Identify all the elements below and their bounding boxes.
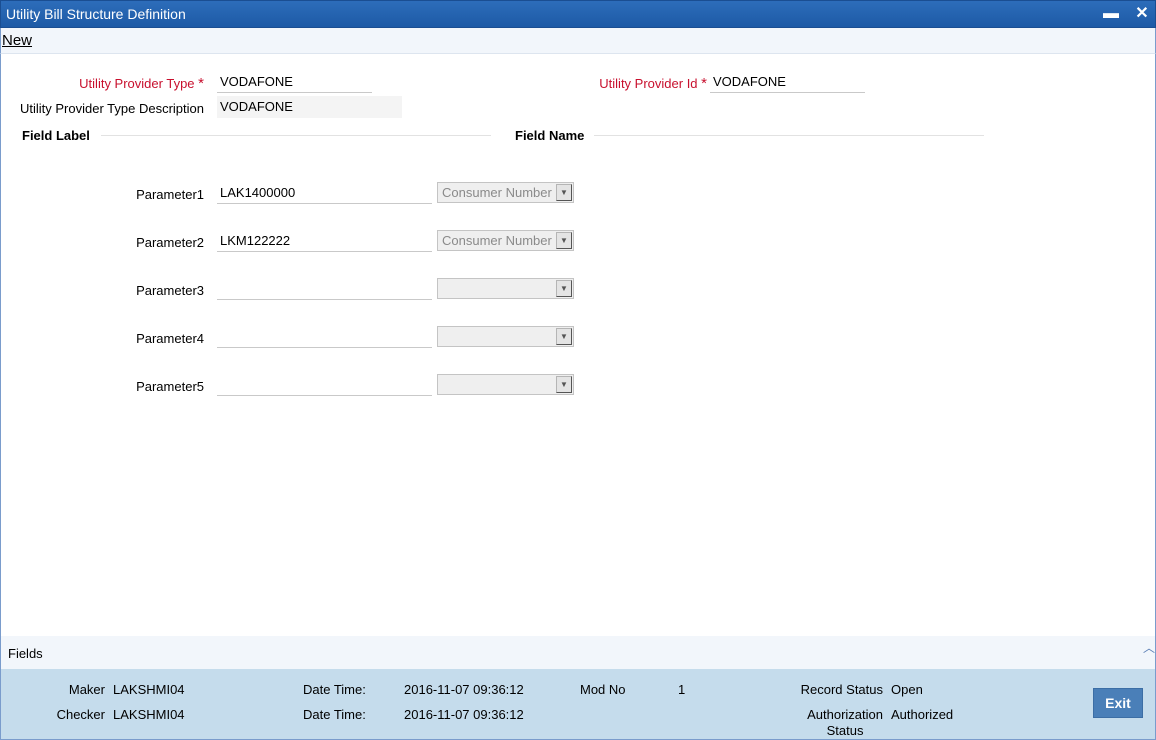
- parameter5-label: Parameter5: [136, 379, 204, 394]
- checker-datetime-value: 2016-11-07 09:36:12: [404, 707, 524, 722]
- parameter1-input[interactable]: LAK1400000: [217, 182, 432, 204]
- checker-value: LAKSHMI04: [113, 707, 185, 722]
- parameter1-select-value: Consumer Number: [442, 185, 552, 200]
- chevron-down-icon[interactable]: ▼: [556, 280, 572, 297]
- maker-value: LAKSHMI04: [113, 682, 185, 697]
- authorization-status-label: Authorization Status: [807, 707, 883, 739]
- field-label-section-title: Field Label: [22, 128, 90, 143]
- parameter1-label: Parameter1: [136, 187, 204, 202]
- mod-no-label: Mod No: [580, 682, 626, 697]
- parameter4-field-name-select[interactable]: ▼: [437, 326, 574, 347]
- exit-button[interactable]: Exit: [1093, 688, 1143, 718]
- provider-desc-label: Utility Provider Type Description: [20, 101, 204, 116]
- audit-footer: Maker LAKSHMI04 Checker LAKSHMI04 Date T…: [0, 669, 1156, 740]
- section-divider: [101, 135, 491, 136]
- close-icon[interactable]: ✕: [1132, 4, 1152, 24]
- parameter3-label: Parameter3: [136, 283, 204, 298]
- parameter5-field-name-select[interactable]: ▼: [437, 374, 574, 395]
- mod-no-value: 1: [678, 682, 686, 697]
- provider-id-label: Utility Provider Id *: [599, 75, 707, 92]
- parameter4-label: Parameter4: [136, 331, 204, 346]
- window-title: Utility Bill Structure Definition: [6, 6, 186, 22]
- provider-type-input[interactable]: VODAFONE: [217, 71, 372, 93]
- authorization-status-label-line1: Authorization: [807, 707, 883, 722]
- parameter5-input[interactable]: [217, 374, 432, 396]
- parameter3-field-name-select[interactable]: ▼: [437, 278, 574, 299]
- maker-datetime-value: 2016-11-07 09:36:12: [404, 682, 524, 697]
- chevron-down-icon[interactable]: ▼: [556, 376, 572, 393]
- chevron-down-icon[interactable]: ▼: [556, 232, 572, 249]
- toolbar: New: [0, 28, 1156, 54]
- provider-type-label: Utility Provider Type *: [79, 75, 204, 92]
- chevron-up-icon[interactable]: ︿: [1143, 639, 1155, 656]
- authorization-status-value: Authorized: [891, 707, 954, 722]
- chevron-down-icon[interactable]: ▼: [556, 184, 572, 201]
- parameter2-input[interactable]: LKM122222: [217, 230, 432, 252]
- fields-bar: Fields ︿: [0, 636, 1156, 669]
- new-link[interactable]: New: [2, 32, 32, 49]
- parameter1-field-name-select[interactable]: Consumer Number ▼: [437, 182, 574, 203]
- form-area: Utility Provider Type * VODAFONE Utility…: [0, 54, 1156, 636]
- record-status-label: Record Status: [800, 682, 883, 697]
- authorization-status-label-line2: Status: [826, 723, 864, 738]
- maker-label: Maker: [68, 682, 105, 697]
- provider-id-input[interactable]: VODAFONE: [710, 71, 865, 93]
- checker-label: Checker: [56, 707, 105, 722]
- parameter2-select-value: Consumer Number: [442, 233, 552, 248]
- field-name-section-title: Field Name: [515, 128, 585, 143]
- parameter2-field-name-select[interactable]: Consumer Number ▼: [437, 230, 574, 251]
- parameter4-input[interactable]: [217, 326, 432, 348]
- checker-datetime-label: Date Time:: [303, 707, 366, 722]
- parameter2-label: Parameter2: [136, 235, 204, 250]
- provider-desc-field: VODAFONE: [217, 96, 402, 118]
- title-bar: Utility Bill Structure Definition ▬ ✕: [0, 0, 1156, 28]
- parameter3-input[interactable]: [217, 278, 432, 300]
- maker-datetime-label: Date Time:: [303, 682, 366, 697]
- fields-button[interactable]: Fields: [8, 646, 43, 661]
- record-status-value: Open: [891, 682, 923, 697]
- chevron-down-icon[interactable]: ▼: [556, 328, 572, 345]
- section-divider: [594, 135, 984, 136]
- minimize-icon[interactable]: ▬: [1101, 4, 1121, 24]
